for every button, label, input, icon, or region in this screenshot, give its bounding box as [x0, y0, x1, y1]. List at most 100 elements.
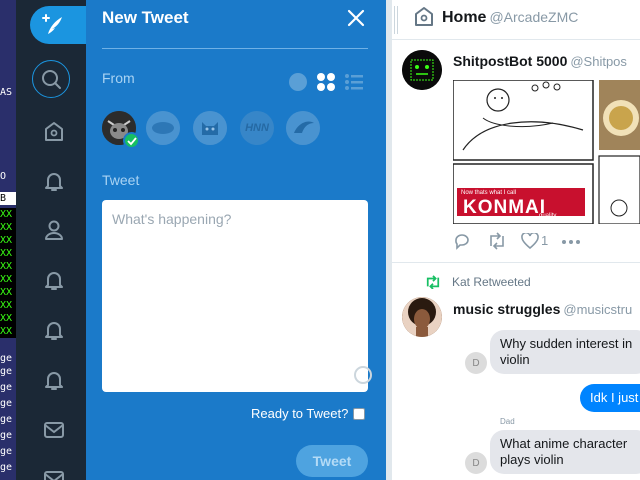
- notifications-nav-button-3[interactable]: [37, 313, 71, 347]
- user-nav-button[interactable]: [37, 213, 71, 247]
- notifications-nav-button[interactable]: [37, 164, 71, 198]
- search-icon: [42, 70, 61, 89]
- new-tweet-title: New Tweet: [102, 8, 189, 27]
- chat-avatar-1: D: [465, 352, 487, 374]
- tweet-author[interactable]: ShitpostBot 5000 @Shitpos: [453, 53, 627, 69]
- fish-avatar-icon: [146, 111, 180, 145]
- bg-green-5: XX: [0, 260, 16, 273]
- tweet-media[interactable]: Now thats what I call KONMAI quality: [453, 80, 640, 224]
- tweet-author-handle: @Shitpos: [570, 54, 627, 69]
- bg-line-2: ge: [0, 366, 13, 377]
- character-counter-ring: [354, 366, 372, 384]
- bg-line-5: ge: [0, 414, 13, 425]
- messages-nav-button-2[interactable]: [37, 462, 71, 480]
- bg-green-2: XX: [0, 221, 16, 234]
- bg-green-6: XX: [0, 273, 16, 286]
- circle-icon: [289, 73, 307, 91]
- chat-bubble-1: Why sudden interest in violin: [490, 330, 640, 374]
- notifications-nav-button-2[interactable]: [37, 263, 71, 297]
- chat-sender-label: Dad: [500, 417, 515, 426]
- home-column-title: Home @ArcadeZMC: [442, 9, 578, 27]
- home-icon: [45, 122, 63, 141]
- person-avatar-icon: [402, 297, 442, 337]
- nav-sidebar: [16, 0, 100, 480]
- retweet-icon[interactable]: [487, 232, 507, 250]
- account-selector: HNN: [102, 111, 372, 149]
- retweet-by-text: Kat Retweeted: [452, 275, 531, 289]
- home-column: Home @ArcadeZMC ShitpostBot 5000 @Shitpos: [392, 0, 640, 480]
- quill-plus-icon: [42, 14, 62, 34]
- konmai-subtitle: quality: [539, 213, 557, 219]
- home-title-text: Home: [442, 9, 487, 26]
- cat-avatar-icon: [193, 111, 227, 145]
- account-avatar-5[interactable]: [286, 111, 320, 145]
- grid-icon: [317, 73, 335, 91]
- tweet-actions: 1: [453, 232, 633, 252]
- envelope-icon: [44, 422, 64, 438]
- retweet-context: Kat Retweeted: [424, 275, 531, 289]
- bg-green-1: XX: [0, 208, 16, 221]
- heart-icon[interactable]: [521, 233, 539, 249]
- tweet-divider: [392, 262, 640, 263]
- account-avatar-1[interactable]: [102, 111, 140, 149]
- panel-divider: [102, 48, 368, 49]
- single-account-view-button[interactable]: [288, 72, 308, 92]
- home-icon: [415, 7, 433, 26]
- account-avatar-3[interactable]: [193, 111, 227, 145]
- messages-nav-button[interactable]: [37, 413, 71, 447]
- chat-avatar-2: D: [465, 452, 487, 474]
- from-label: From: [102, 70, 135, 86]
- grid-view-button[interactable]: [316, 72, 336, 92]
- bg-line-8: ge: [0, 462, 13, 473]
- account-avatar-2[interactable]: [146, 111, 180, 145]
- bg-green-8: XX: [0, 299, 16, 312]
- account-avatar-hnn[interactable]: HNN: [240, 111, 274, 145]
- ready-to-tweet-checkbox[interactable]: [353, 407, 366, 420]
- list-view-button[interactable]: [344, 72, 364, 92]
- app-window: AS B O XX XX XX XX XX XX XX XX XX XX ge …: [0, 0, 640, 480]
- bg-line-4: ge: [0, 398, 13, 409]
- tweet-author-2[interactable]: music struggles @musicstru: [453, 301, 632, 317]
- bg-green-10: XX: [0, 325, 16, 338]
- user-icon: [45, 220, 63, 240]
- bg-text-1: AS: [0, 87, 13, 98]
- search-nav-button[interactable]: [32, 60, 70, 98]
- shitpostbot-avatar[interactable]: [402, 50, 442, 90]
- tweet-placeholder: What's happening?: [112, 211, 232, 227]
- bg-green-3: XX: [0, 234, 16, 247]
- send-tweet-button[interactable]: Tweet: [296, 445, 368, 477]
- shitpostbot-logo-icon: [402, 50, 442, 90]
- tweet-textarea[interactable]: What's happening?: [102, 200, 372, 392]
- chat-bubble-3: What anime character plays violin: [490, 430, 640, 474]
- envelope-icon: [44, 471, 64, 480]
- bg-green-9: XX: [0, 312, 16, 325]
- bg-line-7: ge: [0, 446, 13, 457]
- tweet-label: Tweet: [102, 172, 140, 188]
- bell-icon: [45, 272, 63, 290]
- notifications-nav-button-4[interactable]: [37, 363, 71, 397]
- comic-caption: Now thats what I call: [461, 190, 517, 196]
- reply-icon[interactable]: [453, 232, 471, 250]
- close-button[interactable]: [346, 8, 366, 28]
- ready-to-tweet: Ready to Tweet?: [251, 406, 366, 421]
- bg-green-4: XX: [0, 247, 16, 260]
- new-tweet-panel: New Tweet From HNN Tweet What's happenin…: [86, 0, 386, 480]
- bell-icon: [45, 173, 63, 191]
- home-nav-button[interactable]: [37, 114, 71, 148]
- swoosh-avatar-icon: [286, 111, 320, 145]
- music-struggles-avatar[interactable]: [402, 297, 442, 337]
- close-icon: [347, 9, 365, 27]
- ready-to-tweet-label: Ready to Tweet?: [251, 406, 349, 421]
- column-drag-handle[interactable]: [394, 6, 398, 34]
- list-icon: [345, 74, 363, 90]
- home-column-handle: @ArcadeZMC: [489, 9, 579, 25]
- more-options-icon[interactable]: [561, 239, 581, 245]
- background-window-strip: AS B O XX XX XX XX XX XX XX XX XX XX ge …: [0, 0, 16, 480]
- konmai-logo-text: KONMAI: [463, 197, 547, 218]
- like-count: 1: [541, 233, 549, 248]
- tweet-author-name-2: music struggles: [453, 301, 561, 317]
- home-column-header[interactable]: Home @ArcadeZMC: [392, 0, 640, 40]
- bell-icon: [45, 322, 63, 340]
- bg-text-3: O: [0, 171, 7, 182]
- bg-green-7: XX: [0, 286, 16, 299]
